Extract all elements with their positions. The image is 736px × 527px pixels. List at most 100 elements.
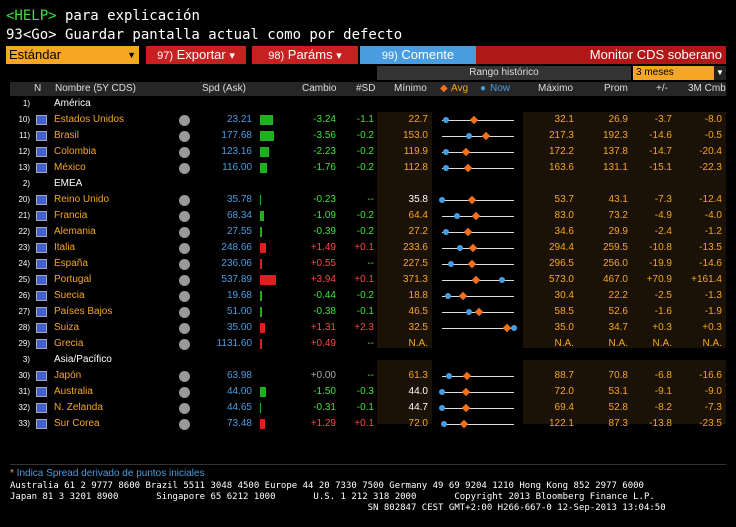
row-num[interactable]: 23) — [12, 240, 30, 256]
col-3m[interactable]: 3M Cmb — [688, 82, 726, 96]
table-row[interactable]: 20) Reino Unido 35.78 -0.23 -- 35.8 53.7 43.1 -7… — [10, 192, 726, 208]
chart-menu-icon[interactable] — [179, 403, 190, 414]
go-line[interactable]: 93<Go> Guardar pantalla actual como por … — [6, 27, 402, 44]
chart-menu-icon[interactable] — [179, 243, 190, 254]
news-icon[interactable] — [36, 275, 47, 285]
group-header[interactable]: 1) América — [10, 96, 726, 112]
country-name[interactable]: Brasil — [54, 128, 79, 144]
row-num[interactable]: 10) — [12, 112, 30, 128]
row-num[interactable]: 11) — [12, 128, 30, 144]
table-row[interactable]: 13) México 116.00 -1.76 -0.2 112.8 163.6 131.1 -… — [10, 160, 726, 176]
col-avg2[interactable]: Prom — [604, 82, 628, 96]
country-name[interactable]: Japón — [54, 368, 81, 384]
news-icon[interactable] — [36, 211, 47, 221]
news-icon[interactable] — [36, 291, 47, 301]
news-icon[interactable] — [36, 403, 47, 413]
chart-menu-icon[interactable] — [179, 339, 190, 350]
col-sd[interactable]: #SD — [356, 82, 375, 96]
row-num[interactable]: 13) — [12, 160, 30, 176]
news-icon[interactable] — [36, 195, 47, 205]
export-button[interactable]: 97) Exportar ▾ — [146, 46, 246, 64]
news-icon[interactable] — [36, 163, 47, 173]
table-row[interactable]: 30) Japón 63.98 +0.00 -- 61.3 88.7 70.8 -6.8 -16.… — [10, 368, 726, 384]
group-header[interactable]: 2) EMEA — [10, 176, 726, 192]
news-icon[interactable] — [36, 131, 47, 141]
chart-menu-icon[interactable] — [179, 227, 190, 238]
chart-menu-icon[interactable] — [179, 115, 190, 126]
chart-menu-icon[interactable] — [179, 163, 190, 174]
col-spd[interactable]: Spd (Ask) — [202, 82, 246, 96]
country-name[interactable]: México — [54, 160, 86, 176]
row-num[interactable]: 31) — [12, 384, 30, 400]
table-row[interactable]: 21) Francia 68.34 -1.09 -0.2 64.4 83.0 73.2 -4.9… — [10, 208, 726, 224]
news-icon[interactable] — [36, 227, 47, 237]
table-row[interactable]: 10) Estados Unidos 23.21 -3.24 -1.1 22.7 32.1 2… — [10, 112, 726, 128]
chart-menu-icon[interactable] — [179, 195, 190, 206]
country-name[interactable]: Reino Unido — [54, 192, 109, 208]
country-name[interactable]: Francia — [54, 208, 87, 224]
table-row[interactable]: 29) Grecia 1131.60 +0.49 -- N.A. N.A. N.A. N.A. N… — [10, 336, 726, 352]
help-key[interactable]: <HELP> — [6, 8, 57, 24]
table-row[interactable]: 25) Portugal 537.89 +3.94 +0.1 371.3 573.0 467.… — [10, 272, 726, 288]
news-icon[interactable] — [36, 307, 47, 317]
row-num[interactable]: 22) — [12, 224, 30, 240]
col-now[interactable]: Now — [490, 82, 510, 96]
country-name[interactable]: Suecia — [54, 288, 85, 304]
chart-menu-icon[interactable] — [179, 291, 190, 302]
col-pm[interactable]: +/- — [656, 82, 668, 96]
chart-menu-icon[interactable] — [179, 323, 190, 334]
col-name[interactable]: Nombre (5Y CDS) — [55, 82, 136, 96]
country-name[interactable]: Alemania — [54, 224, 96, 240]
news-icon[interactable] — [36, 323, 47, 333]
table-row[interactable]: 32) N. Zelanda 44.65 -0.31 -0.1 44.7 69.4 52.8 -… — [10, 400, 726, 416]
col-max[interactable]: Máximo — [538, 82, 573, 96]
news-icon[interactable] — [36, 371, 47, 381]
country-name[interactable]: Grecia — [54, 336, 83, 352]
comment-button[interactable]: 99) Comente — [360, 46, 476, 64]
table-row[interactable]: 26) Suecia 19.68 -0.44 -0.2 18.8 30.4 22.2 -2.5 -… — [10, 288, 726, 304]
chart-menu-icon[interactable] — [179, 419, 190, 430]
row-num[interactable]: 32) — [12, 400, 30, 416]
chart-menu-icon[interactable] — [179, 307, 190, 318]
row-num[interactable]: 30) — [12, 368, 30, 384]
table-row[interactable]: 33) Sur Corea 73.48 +1.29 +0.1 72.0 122.1 87.3 -… — [10, 416, 726, 432]
chart-menu-icon[interactable] — [179, 147, 190, 158]
table-row[interactable]: 28) Suiza 35.00 +1.31 +2.3 32.5 35.0 34.7 +0.3 +0… — [10, 320, 726, 336]
row-num[interactable]: 27) — [12, 304, 30, 320]
row-num[interactable]: 26) — [12, 288, 30, 304]
country-name[interactable]: Portugal — [54, 272, 91, 288]
table-row[interactable]: 24) España 236.06 +0.55 -- 227.5 296.5 256.0 -19… — [10, 256, 726, 272]
col-avg[interactable]: Avg — [451, 82, 468, 96]
news-icon[interactable] — [36, 243, 47, 253]
chart-menu-icon[interactable] — [179, 259, 190, 270]
row-num[interactable]: 29) — [12, 336, 30, 352]
news-icon[interactable] — [36, 147, 47, 157]
country-name[interactable]: N. Zelanda — [54, 400, 103, 416]
row-num[interactable]: 24) — [12, 256, 30, 272]
range-select[interactable]: 3 meses ▼ — [633, 66, 726, 80]
country-name[interactable]: España — [54, 256, 88, 272]
chart-menu-icon[interactable] — [179, 211, 190, 222]
table-row[interactable]: 31) Australia 44.00 -1.50 -0.3 44.0 72.0 53.1 -9… — [10, 384, 726, 400]
row-num[interactable]: 21) — [12, 208, 30, 224]
country-name[interactable]: Sur Corea — [54, 416, 100, 432]
country-name[interactable]: Australia — [54, 384, 93, 400]
news-icon[interactable] — [36, 387, 47, 397]
country-name[interactable]: Italia — [54, 240, 75, 256]
preset-select[interactable]: Estándar ▼ — [6, 46, 139, 64]
params-button[interactable]: 98) Paráms ▾ — [252, 46, 358, 64]
news-icon[interactable] — [36, 115, 47, 125]
group-header[interactable]: 3) Asia/Pacífico — [10, 352, 726, 368]
col-n[interactable]: N — [34, 82, 41, 96]
country-name[interactable]: Colombia — [54, 144, 96, 160]
table-row[interactable]: 27) Países Bajos 51.00 -0.38 -0.1 46.5 58.5 52.… — [10, 304, 726, 320]
col-min[interactable]: Mínimo — [394, 82, 427, 96]
country-name[interactable]: Suiza — [54, 320, 79, 336]
row-num[interactable]: 12) — [12, 144, 30, 160]
table-row[interactable]: 23) Italia 248.66 +1.49 +0.1 233.6 294.4 259.5 -… — [10, 240, 726, 256]
row-num[interactable]: 28) — [12, 320, 30, 336]
country-name[interactable]: Estados Unidos — [54, 112, 124, 128]
table-row[interactable]: 12) Colombia 123.16 -2.23 -0.2 119.9 172.2 137.… — [10, 144, 726, 160]
news-icon[interactable] — [36, 259, 47, 269]
col-chg[interactable]: Cambio — [302, 82, 336, 96]
